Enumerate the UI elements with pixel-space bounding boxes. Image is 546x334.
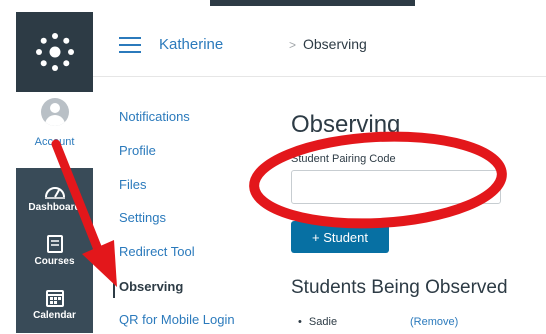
nav-calendar[interactable]: Calendar	[16, 278, 93, 334]
courses-icon	[46, 235, 63, 253]
top-bar	[210, 0, 415, 6]
page-header: Katherine > Observing	[93, 12, 546, 77]
nav-courses-label: Courses	[34, 256, 75, 267]
breadcrumb-user-link[interactable]: Katherine	[159, 36, 223, 53]
account-nav-settings[interactable]: Settings	[119, 210, 166, 225]
active-indicator	[113, 276, 115, 298]
hamburger-menu-icon[interactable]	[119, 37, 141, 53]
account-nav-profile[interactable]: Profile	[119, 143, 156, 158]
nav-dashboard-label: Dashboard	[28, 202, 81, 213]
account-nav-qr-mobile-login[interactable]: QR for Mobile Login	[119, 312, 235, 327]
pairing-code-input[interactable]	[291, 170, 501, 204]
students-observed-heading: Students Being Observed	[291, 277, 508, 298]
breadcrumb-current: Observing	[303, 36, 367, 52]
calendar-icon	[45, 290, 64, 307]
account-nav-notifications[interactable]: Notifications	[119, 109, 190, 124]
pairing-code-label: Student Pairing Code	[291, 153, 396, 165]
list-bullet: •	[298, 316, 302, 328]
add-student-button[interactable]: + Student	[291, 221, 389, 253]
breadcrumb-separator: >	[289, 38, 297, 52]
list-item: • Sadie (Remove)	[298, 316, 538, 332]
canvas-logo[interactable]	[16, 12, 93, 92]
nav-calendar-label: Calendar	[33, 310, 76, 321]
nav-courses[interactable]: Courses	[16, 224, 93, 280]
global-nav: Account Dashboard Courses Calendar	[16, 12, 93, 333]
account-nav-files[interactable]: Files	[119, 177, 146, 192]
remove-student-link[interactable]: (Remove)	[410, 316, 458, 328]
avatar	[41, 98, 69, 126]
student-name: Sadie	[308, 316, 338, 328]
account-nav-observing[interactable]: Observing	[119, 279, 183, 294]
avatar-shoulders	[45, 115, 65, 126]
nav-account[interactable]: Account	[16, 92, 93, 168]
nav-account-label: Account	[34, 136, 75, 148]
account-nav-redirect-tool[interactable]: Redirect Tool	[119, 244, 195, 259]
avatar-head	[50, 103, 60, 113]
canvas-logo-icon	[35, 33, 74, 71]
dashboard-icon	[44, 187, 65, 199]
page-title: Observing	[291, 111, 401, 138]
nav-dashboard[interactable]: Dashboard	[16, 170, 93, 226]
